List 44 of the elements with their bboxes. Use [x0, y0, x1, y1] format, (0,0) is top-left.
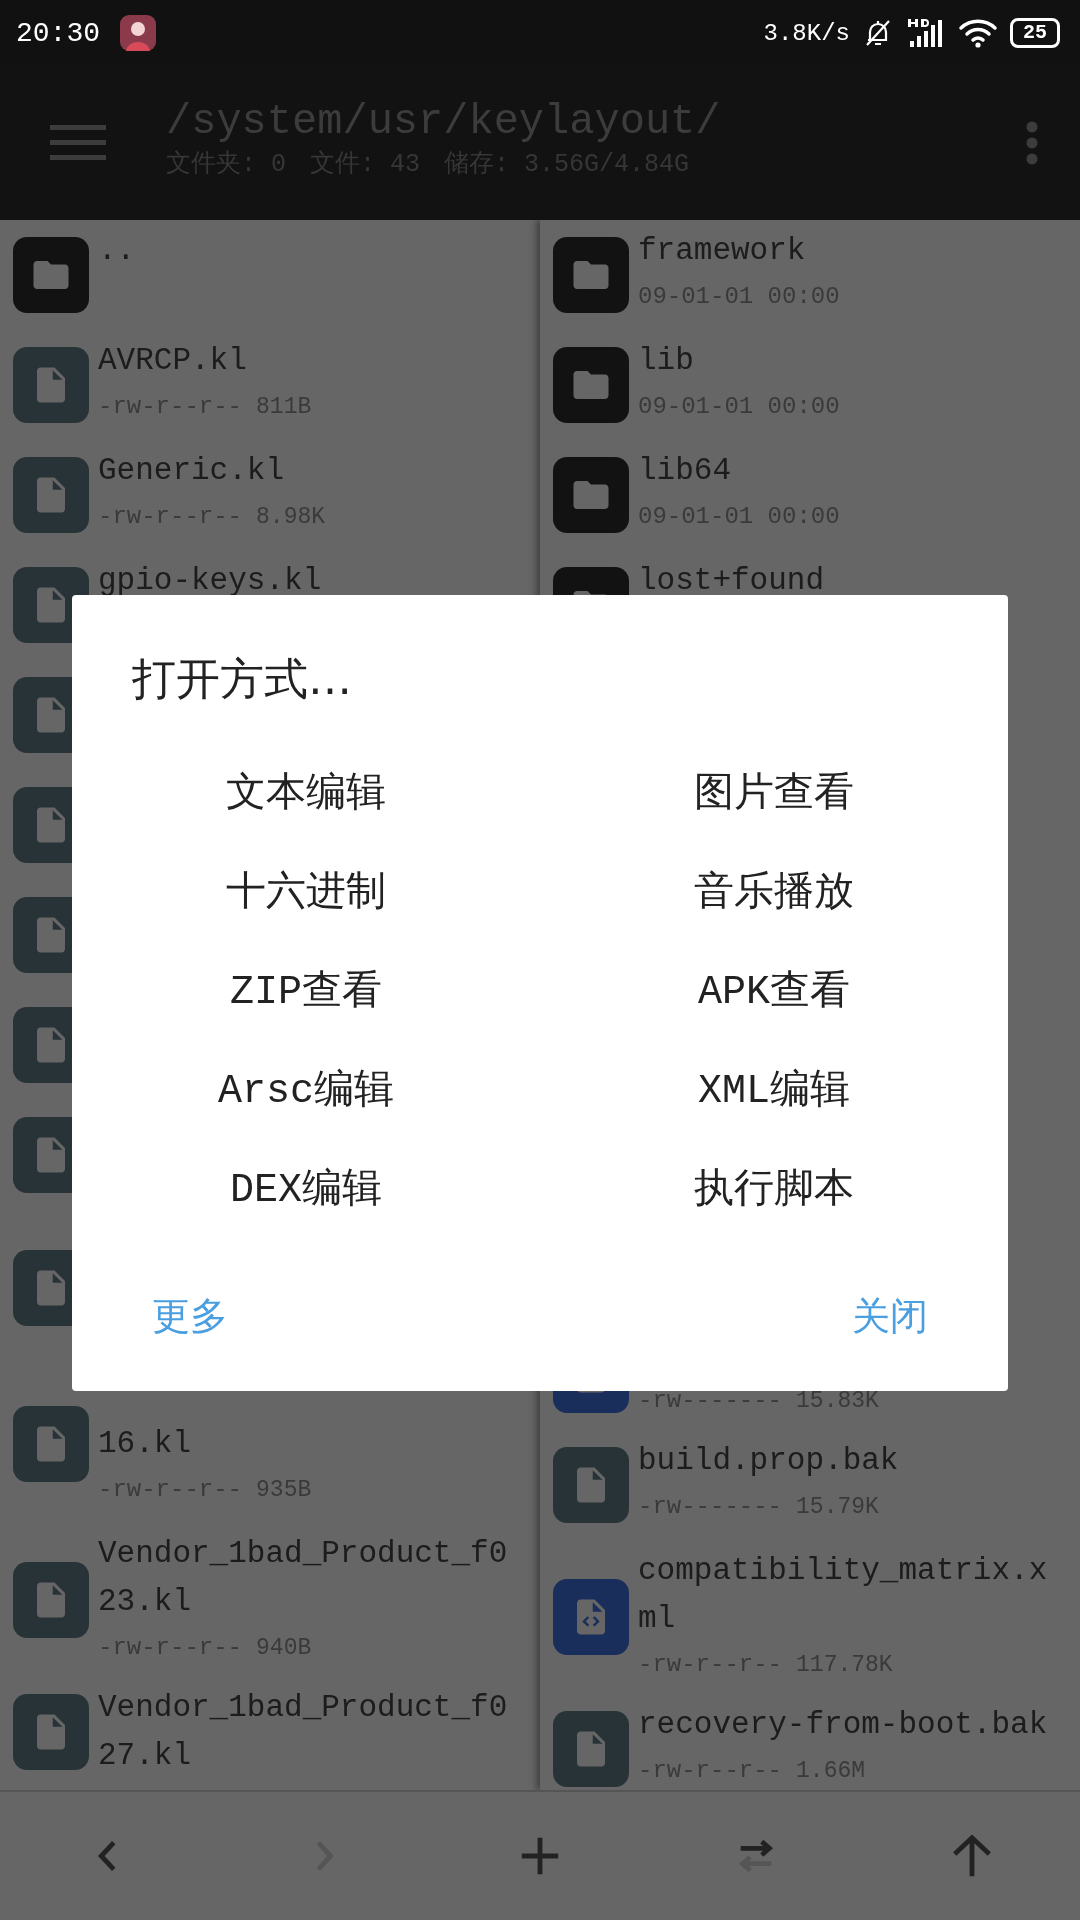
folder-icon: [553, 237, 629, 313]
code-file-icon: [553, 1579, 629, 1655]
battery-indicator: 25: [1010, 18, 1060, 48]
open-with-option[interactable]: 音乐播放: [540, 841, 1008, 940]
folder-icon: [13, 237, 89, 313]
file-name[interactable]: recovery-from-boot.bak: [638, 1701, 1050, 1749]
open-with-option[interactable]: DEX编辑: [72, 1138, 540, 1237]
file-name[interactable]: ..: [98, 227, 510, 275]
open-with-option[interactable]: 文本编辑: [72, 742, 540, 841]
open-with-option[interactable]: ZIP查看: [72, 940, 540, 1039]
dialog-action[interactable]: 更多: [132, 1281, 248, 1352]
open-with-option[interactable]: XML编辑: [540, 1039, 1008, 1138]
file-name[interactable]: compatibility_matrix.xml: [638, 1547, 1050, 1643]
file-name[interactable]: Generic.kl: [98, 447, 510, 495]
folder-icon: [553, 347, 629, 423]
wifi-icon: [958, 17, 998, 49]
dialog-action[interactable]: 关闭: [832, 1281, 948, 1352]
file-icon: [13, 1694, 89, 1770]
file-icon: [13, 457, 89, 533]
file-name[interactable]: Vendor_1bad_Product_f027.kl: [98, 1684, 510, 1780]
file-icon: [553, 1447, 629, 1523]
file-name[interactable]: build.prop.bak: [638, 1437, 1050, 1485]
avatar-icon: [120, 15, 156, 51]
file-name[interactable]: lib64: [638, 447, 1050, 495]
open-with-option[interactable]: APK查看: [540, 940, 1008, 1039]
clock: 20:30: [16, 17, 100, 49]
file-icon: [13, 1562, 89, 1638]
open-with-option[interactable]: 图片查看: [540, 742, 1008, 841]
folder-icon: [553, 457, 629, 533]
file-icon: [13, 347, 89, 423]
more-options-icon[interactable]: [1024, 121, 1040, 165]
file-icon: [13, 1406, 89, 1482]
file-name[interactable]: 16.kl: [98, 1420, 510, 1468]
dialog-title: 打开方式…: [132, 652, 352, 706]
file-name[interactable]: AVRCP.kl: [98, 337, 510, 385]
file-name[interactable]: Vendor_1bad_Product_f023.kl: [98, 1530, 510, 1626]
network-speed: 3.8K/s: [763, 19, 850, 47]
open-with-option[interactable]: 执行脚本: [540, 1138, 1008, 1237]
open-with-option[interactable]: Arsc编辑: [72, 1039, 540, 1138]
menu-icon[interactable]: [50, 125, 106, 161]
open-with-option[interactable]: 十六进制: [72, 841, 540, 940]
file-name[interactable]: framework: [638, 227, 1050, 275]
file-icon: [553, 1711, 629, 1787]
file-name[interactable]: lib: [638, 337, 1050, 385]
